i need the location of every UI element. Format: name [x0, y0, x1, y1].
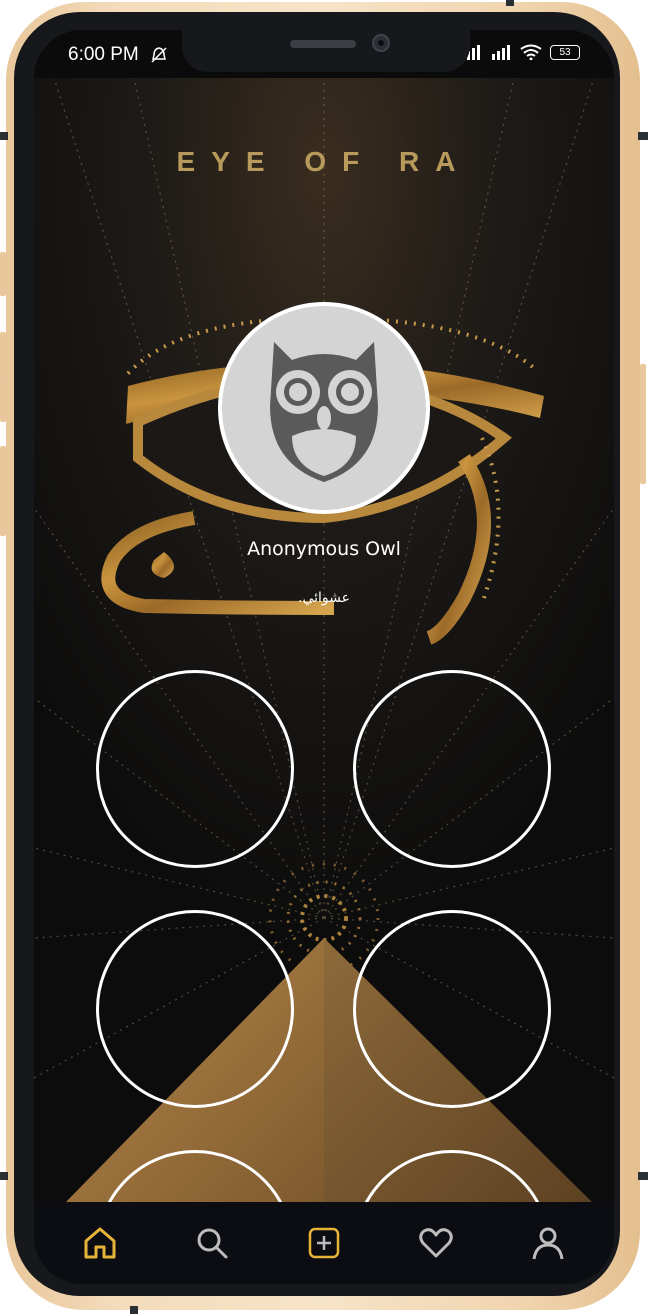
- nav-favorites[interactable]: [408, 1215, 464, 1271]
- add-icon: [308, 1227, 340, 1259]
- mute-switch: [0, 252, 6, 296]
- volume-up-button: [0, 332, 6, 422]
- antenna-line: [638, 132, 648, 140]
- antenna-line: [506, 0, 514, 6]
- slot-button-3[interactable]: [96, 910, 294, 1108]
- search-icon: [197, 1228, 228, 1259]
- speaker-grille: [290, 40, 356, 48]
- slot-button-2[interactable]: [353, 670, 551, 868]
- power-button: [640, 364, 646, 484]
- camera-notch: [182, 30, 470, 72]
- owl-icon: [270, 342, 378, 482]
- antenna-line: [638, 1172, 648, 1180]
- bottom-nav: [34, 1202, 614, 1284]
- profile-status: عشوائي.: [298, 590, 350, 606]
- profile-icon: [532, 1227, 564, 1260]
- profile-name: Anonymous Owl: [247, 538, 401, 560]
- antenna-line: [0, 132, 8, 140]
- battery-level: 53: [559, 46, 571, 58]
- signal-icon-2: [492, 45, 510, 60]
- heart-icon: [419, 1228, 453, 1258]
- mute-bell-icon: [151, 47, 167, 63]
- slot-button-1[interactable]: [96, 670, 294, 868]
- nav-home[interactable]: [72, 1215, 128, 1271]
- battery-icon: 53: [550, 44, 580, 60]
- nav-add[interactable]: [296, 1215, 352, 1271]
- nav-profile[interactable]: [520, 1215, 576, 1271]
- status-time: 6:00 PM: [68, 44, 139, 65]
- home-icon: [84, 1227, 116, 1259]
- screen: EYE OF RA Anonymous Owl عشوائي. 6:00 PM: [34, 30, 614, 1284]
- header-title: EYE OF RA: [176, 146, 472, 177]
- antenna-line: [0, 1172, 8, 1180]
- wifi-icon: [520, 44, 542, 60]
- volume-down-button: [0, 446, 6, 536]
- antenna-line: [130, 1306, 138, 1314]
- front-camera: [372, 34, 390, 52]
- profile-avatar[interactable]: [218, 302, 430, 514]
- nav-search[interactable]: [184, 1215, 240, 1271]
- slot-button-4[interactable]: [353, 910, 551, 1108]
